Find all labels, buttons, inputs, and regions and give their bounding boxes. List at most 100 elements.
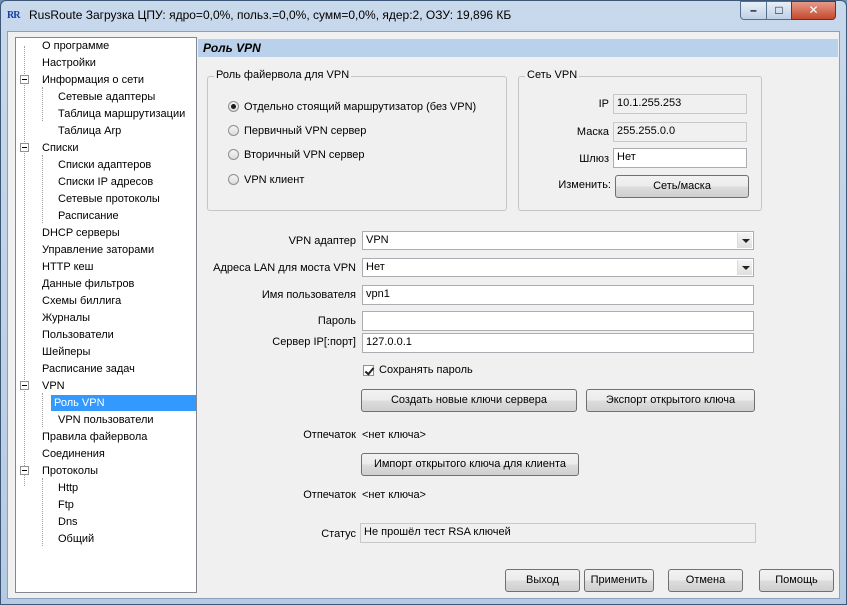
- tree-item-filter-data[interactable]: Данные фильтров: [39, 276, 137, 292]
- vpn-network-group: Сеть VPN IP 10.1.255.253 Маска 255.255.0…: [518, 69, 762, 211]
- ip-label: IP: [598, 98, 609, 110]
- tree-item-general[interactable]: Общий: [55, 531, 97, 547]
- tree-line: [42, 393, 43, 427]
- maximize-button[interactable]: □: [766, 1, 792, 20]
- change-label: Изменить:: [558, 179, 611, 191]
- tree-line: [42, 87, 43, 121]
- tree-line: [24, 46, 25, 486]
- tree-item-vpn-users[interactable]: VPN пользователи: [55, 412, 157, 428]
- firewall-role-group-title: Роль файервола для VPN: [214, 69, 352, 81]
- tree-item-shapers[interactable]: Шейперы: [39, 344, 93, 360]
- mask-label: Маска: [576, 126, 609, 138]
- tree-item-connections[interactable]: Соединения: [39, 446, 108, 462]
- firewall-role-group: Роль файервола для VPN Отдельно стоящий …: [207, 69, 507, 211]
- radio-label: Вторичный VPN сервер: [244, 149, 365, 161]
- lan-bridge-select[interactable]: Нет: [362, 258, 754, 277]
- network-mask-button[interactable]: Сеть/маска: [615, 175, 749, 198]
- exit-button[interactable]: Выход: [505, 569, 580, 592]
- minimize-icon: –: [750, 3, 757, 17]
- gateway-label: Шлюз: [579, 153, 609, 165]
- cancel-button[interactable]: Отмена: [668, 569, 743, 592]
- tree-item-task-schedule[interactable]: Расписание задач: [39, 361, 138, 377]
- tree-item-network-info[interactable]: Информация о сети: [39, 72, 147, 88]
- tree-item-logs[interactable]: Журналы: [39, 310, 93, 326]
- radio-label: Первичный VPN сервер: [244, 125, 367, 137]
- tree-item-schedule[interactable]: Расписание: [55, 208, 122, 224]
- window-title: RusRoute Загрузка ЦПУ: ядро=0,0%, польз.…: [29, 8, 512, 22]
- status-label: Статус: [321, 528, 356, 540]
- tree-item-adapter-lists[interactable]: Списки адаптеров: [55, 157, 154, 173]
- client-area: О программе Настройки Информация о сети …: [7, 31, 840, 599]
- radio-button[interactable]: [228, 174, 239, 185]
- tree-item-congestion-control[interactable]: Управление заторами: [39, 242, 157, 258]
- tree-item-lists[interactable]: Списки: [39, 140, 82, 156]
- radio-button[interactable]: [228, 149, 239, 160]
- fingerprint-label: Отпечаток: [303, 429, 356, 441]
- tree-item-http[interactable]: Http: [55, 480, 81, 496]
- apply-button[interactable]: Применить: [584, 569, 654, 592]
- panel-title: Роль VPN: [198, 39, 838, 57]
- tree-item-vpn[interactable]: VPN: [39, 378, 68, 394]
- radio-label: VPN клиент: [244, 174, 305, 186]
- status-field: Не прошёл тест RSA ключей: [360, 523, 756, 543]
- server-field[interactable]: 127.0.0.1: [362, 333, 754, 353]
- tree-item-protocols[interactable]: Протоколы: [39, 463, 101, 479]
- create-server-keys-button[interactable]: Создать новые ключи сервера: [361, 389, 577, 412]
- gateway-field: Нет: [613, 148, 747, 168]
- lan-bridge-value: Нет: [366, 261, 385, 273]
- save-password-checkbox[interactable]: [363, 365, 374, 376]
- radio-label: Отдельно стоящий маршрутизатор (без VPN): [244, 101, 477, 113]
- radio-button[interactable]: [228, 101, 239, 112]
- close-icon: ✕: [808, 3, 819, 17]
- minimize-button[interactable]: –: [740, 1, 767, 20]
- vpn-adapter-select[interactable]: VPN: [362, 231, 754, 250]
- tree-item-dns[interactable]: Dns: [55, 514, 81, 530]
- radio-button[interactable]: [228, 125, 239, 136]
- tree-item-settings[interactable]: Настройки: [39, 55, 99, 71]
- app-window: RR RusRoute Загрузка ЦПУ: ядро=0,0%, пол…: [0, 0, 847, 605]
- navigation-tree[interactable]: О программе Настройки Информация о сети …: [15, 37, 197, 593]
- tree-item-network-adapters[interactable]: Сетевые адаптеры: [55, 89, 158, 105]
- export-public-key-button[interactable]: Экспорт открытого ключа: [586, 389, 755, 412]
- tree-line: [42, 478, 43, 546]
- collapse-icon[interactable]: [20, 381, 29, 390]
- fingerprint-value: <нет ключа>: [362, 429, 426, 441]
- tree-item-firewall-rules[interactable]: Правила файервола: [39, 429, 150, 445]
- chevron-down-icon[interactable]: [737, 260, 752, 275]
- tree-item-arp-table[interactable]: Таблица Arp: [55, 123, 124, 139]
- chevron-down-icon[interactable]: [737, 233, 752, 248]
- server-label: Сервер IP[:порт]: [272, 336, 356, 348]
- password-field[interactable]: [362, 311, 754, 331]
- tree-item-ftp[interactable]: Ftp: [55, 497, 77, 513]
- username-field[interactable]: vpn1: [362, 285, 754, 305]
- tree-item-about[interactable]: О программе: [39, 38, 112, 54]
- vpn-adapter-label: VPN адаптер: [288, 235, 356, 247]
- fingerprint-label: Отпечаток: [303, 489, 356, 501]
- save-password-label: Сохранять пароль: [379, 364, 473, 376]
- title-bar[interactable]: RR RusRoute Загрузка ЦПУ: ядро=0,0%, пол…: [1, 1, 846, 31]
- tree-item-routing-table[interactable]: Таблица маршрутизации: [55, 106, 188, 122]
- ip-field: 10.1.255.253: [613, 94, 747, 114]
- collapse-icon[interactable]: [20, 75, 29, 84]
- import-public-key-button[interactable]: Импорт открытого ключа для клиента: [361, 453, 579, 476]
- tree-item-ip-lists[interactable]: Списки IP адресов: [55, 174, 156, 190]
- vpn-adapter-value: VPN: [366, 234, 389, 246]
- tree-item-dhcp-servers[interactable]: DHCP серверы: [39, 225, 123, 241]
- close-button[interactable]: ✕: [791, 1, 836, 20]
- tree-item-users[interactable]: Пользователи: [39, 327, 117, 343]
- tree-item-billing-schemes[interactable]: Схемы биллига: [39, 293, 124, 309]
- collapse-icon[interactable]: [20, 143, 29, 152]
- username-label: Имя пользователя: [261, 289, 356, 301]
- tree-item-vpn-role[interactable]: Роль VPN: [51, 395, 196, 411]
- app-icon: RR: [7, 10, 20, 21]
- fingerprint-value: <нет ключа>: [362, 489, 426, 501]
- maximize-icon: □: [775, 3, 783, 17]
- tree-line: [42, 155, 43, 223]
- password-label: Пароль: [317, 315, 356, 327]
- lan-bridge-label: Адреса LAN для моста VPN: [213, 262, 356, 274]
- tree-item-http-cache[interactable]: HTTP кеш: [39, 259, 96, 275]
- collapse-icon[interactable]: [20, 466, 29, 475]
- tree-item-network-protocols[interactable]: Сетевые протоколы: [55, 191, 163, 207]
- help-button[interactable]: Помощь: [759, 569, 834, 592]
- mask-field: 255.255.0.0: [613, 122, 747, 142]
